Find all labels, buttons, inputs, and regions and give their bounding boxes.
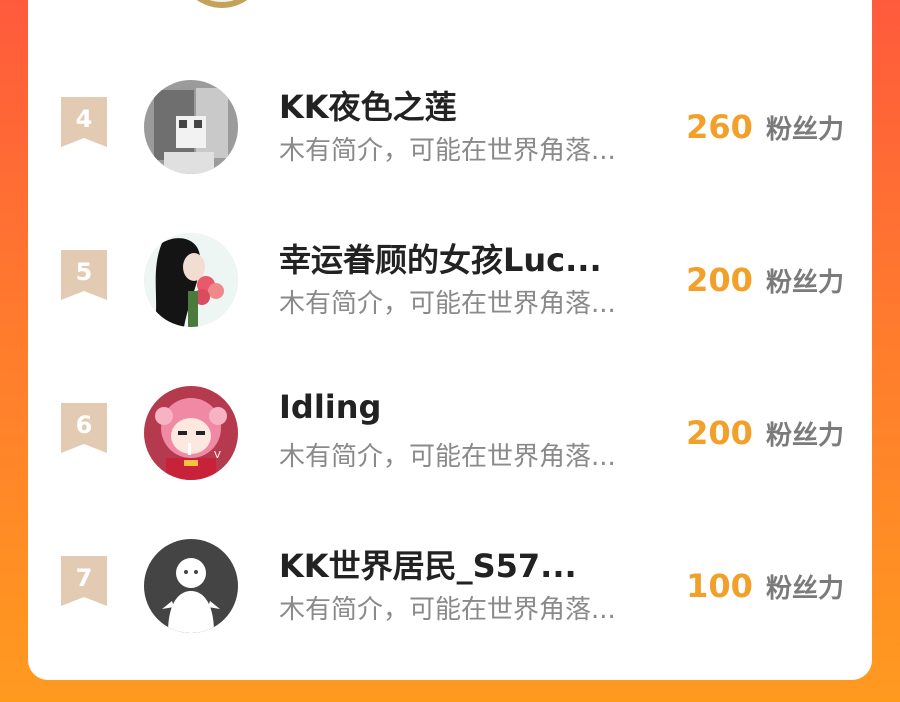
leaderboard-row[interactable]: 4 KK夜色之莲 木有简介，可能在世界角落... 260 粉丝力 <box>28 42 872 192</box>
score-value: 100 <box>686 567 753 605</box>
user-name[interactable]: KK世界居民_S57... <box>279 541 629 587</box>
user-bio: 木有简介，可能在世界角落... <box>279 595 616 625</box>
girl-with-flowers-avatar-icon <box>144 233 238 327</box>
rank-badge: 7 <box>61 556 107 606</box>
leaderboard-row[interactable]: 7 KK世界居民_S57... 木有简介，可能在世界角落... 100 粉丝力 <box>28 501 872 651</box>
leaderboard-card: 4 KK夜色之莲 木有简介，可能在世界角落... 260 粉丝力 5 幸运眷顾的… <box>28 0 872 680</box>
score-unit: 粉丝力 <box>765 574 844 604</box>
score-value: 200 <box>686 261 753 299</box>
rank-badge: 5 <box>61 250 107 300</box>
svg-text:V: V <box>214 450 221 461</box>
top-avatar-fragment <box>178 0 266 8</box>
score-group: 100 粉丝力 <box>686 567 844 605</box>
avatar[interactable]: V <box>144 386 238 480</box>
rank-badge: 6 <box>61 403 107 453</box>
score-unit: 粉丝力 <box>765 268 844 298</box>
leaderboard-row[interactable]: 5 幸运眷顾的女孩Luc... 木有简介，可能在世界角落... 200 粉丝力 <box>28 195 872 345</box>
user-name[interactable]: KK夜色之莲 <box>279 82 629 128</box>
anime-girl-avatar-icon: V <box>144 386 238 480</box>
rank-badge: 4 <box>61 97 107 147</box>
user-bio: 木有简介，可能在世界角落... <box>279 442 616 472</box>
avatar[interactable] <box>144 539 238 633</box>
user-bio: 木有简介，可能在世界角落... <box>279 289 616 319</box>
score-group: 260 粉丝力 <box>686 108 844 146</box>
score-group: 200 粉丝力 <box>686 261 844 299</box>
score-unit: 粉丝力 <box>765 115 844 145</box>
score-value: 260 <box>686 108 753 146</box>
user-name[interactable]: Idling <box>279 388 629 426</box>
score-group: 200 粉丝力 <box>686 414 844 452</box>
score-unit: 粉丝力 <box>765 421 844 451</box>
default-person-avatar-icon <box>144 539 238 633</box>
avatar[interactable] <box>144 80 238 174</box>
avatar[interactable] <box>144 233 238 327</box>
user-bio: 木有简介，可能在世界角落... <box>279 136 616 166</box>
score-value: 200 <box>686 414 753 452</box>
leaderboard-row[interactable]: 6 V Idling 木有简介，可能在世界角落... 200 粉丝力 <box>28 348 872 498</box>
user-name[interactable]: 幸运眷顾的女孩Luc... <box>279 235 629 281</box>
cat-photo-avatar-icon <box>144 80 238 174</box>
